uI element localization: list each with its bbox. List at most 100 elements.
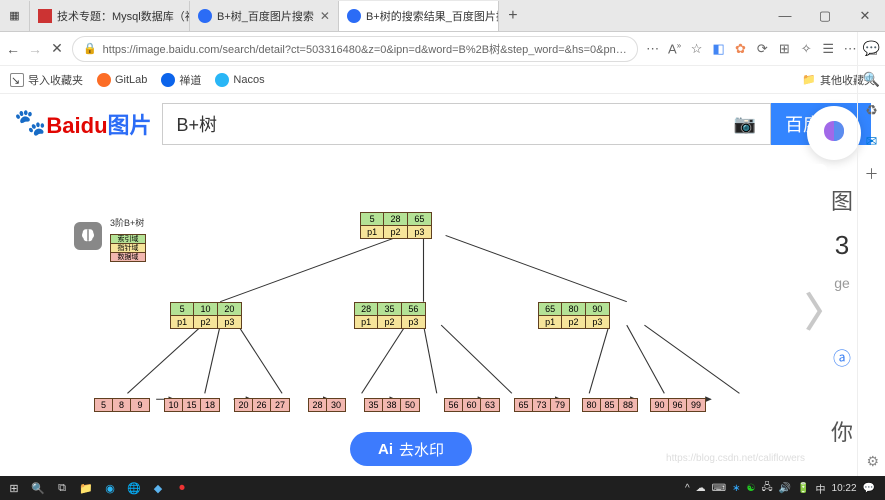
camera-icon[interactable]: 📷 (734, 114, 756, 135)
search-query: B+树 (177, 111, 218, 137)
peek-text: 你 (831, 415, 853, 447)
tree-root-node: 52865 p1p2p3 (360, 212, 432, 239)
tray-wechat-icon[interactable]: ☯ (746, 483, 755, 494)
tab-label: B+树_百度图片搜索 (217, 8, 314, 24)
record-icon[interactable]: ⏺ (172, 478, 192, 498)
window-titlebar: ▦ 技术专题：Mysql数据库（视图… ✕ B+树_百度图片搜索 ✕ B+树的搜… (0, 0, 885, 32)
chrome-icon[interactable]: 🌐 (124, 478, 144, 498)
notif-icon[interactable]: 💬 (863, 483, 875, 494)
sidebar-search-icon[interactable]: 🔍 (863, 71, 880, 88)
bm-label: GitLab (115, 74, 147, 86)
app-icon[interactable]: ◧ (712, 41, 726, 57)
browser-tab-3[interactable]: B+树的搜索结果_百度图片搜索 ✕ (339, 1, 499, 31)
explorer-icon[interactable]: 📁 (76, 478, 96, 498)
sidebar-mail-icon[interactable]: ✉ (866, 133, 878, 150)
bm-label: Nacos (233, 74, 264, 86)
tree-mid-node: 283556p1p2p3 (354, 302, 426, 329)
search-input[interactable]: B+树 📷 (162, 103, 771, 145)
baidu-icon (347, 9, 361, 23)
tree-leaf-node: 353850 (364, 398, 420, 412)
baidu-logo[interactable]: 🐾 Baidu图片 (14, 108, 152, 140)
tree-leaf-node: 657379 (514, 398, 570, 412)
maximize-button[interactable]: ▢ (805, 0, 845, 32)
tree-leaf-node: 566063 (444, 398, 500, 412)
collections-icon[interactable]: ⊞ (777, 41, 791, 57)
edge-sidebar: 💬 🔍 ♻ ✉ ＋ (857, 32, 885, 476)
search-button[interactable]: 🔍 (28, 478, 48, 498)
address-bar: ← → ✕ 🔒 https://image.baidu.com/search/d… (0, 32, 885, 66)
tree-mid-node: 51020p1p2p3 (170, 302, 242, 329)
tree-leaf-node: 101518 (164, 398, 220, 412)
browser-tab-2[interactable]: B+树_百度图片搜索 ✕ (190, 1, 339, 31)
tray-bt-icon[interactable]: ∗ (732, 483, 740, 494)
lock-icon: 🔒 (83, 42, 97, 55)
menu-icon[interactable]: ⋯ (843, 41, 857, 57)
peek-ai-icon[interactable]: ⓐ (833, 345, 851, 371)
close-icon[interactable]: ✕ (320, 9, 330, 23)
taskview-button[interactable]: ⧉ (52, 478, 72, 498)
back-button[interactable]: ← (6, 41, 20, 57)
windows-taskbar: ⊞ 🔍 ⧉ 📁 ◉ 🌐 ◆ ⏺ ^ ☁ ⌨ ∗ ☯ 🖧 🔊 🔋 中 10:22 … (0, 476, 885, 500)
pdf-icon (38, 9, 52, 23)
image-source-text: https://blog.csdn.net/califlowers (666, 453, 805, 464)
url-text: https://image.baidu.com/search/detail?ct… (103, 41, 627, 57)
sidebar-brain-icon[interactable]: ♻ (865, 102, 878, 119)
minimize-button[interactable]: — (765, 0, 805, 32)
remove-watermark-button[interactable]: Ai 去水印 (350, 432, 472, 466)
tray-net-icon[interactable]: 🖧 (761, 480, 772, 497)
reader-icon[interactable]: A» (668, 41, 682, 56)
extension-icon[interactable]: ✿ (733, 41, 747, 57)
sidebar-chat-icon[interactable]: 💬 (863, 40, 880, 57)
watermark-label: 去水印 (399, 439, 444, 460)
sidebar-plus-icon[interactable]: ＋ (865, 164, 879, 184)
browser-tab-1[interactable]: 技术专题：Mysql数据库（视图… ✕ (30, 1, 190, 31)
new-tab-button[interactable]: + (499, 7, 527, 25)
tree-leaf-node: 909699 (650, 398, 706, 412)
tray-batt-icon[interactable]: 🔋 (797, 483, 809, 494)
logo-du: 图片 (108, 113, 152, 138)
tab-label: B+树的搜索结果_百度图片搜索 (366, 8, 499, 24)
tree-leaf-node: 589 (94, 398, 150, 412)
url-input[interactable]: 🔒 https://image.baidu.com/search/detail?… (72, 36, 638, 62)
tray-up-icon[interactable]: ^ (685, 483, 690, 494)
app-icon[interactable]: ◆ (148, 478, 168, 498)
bookmark-zentao[interactable]: 禅道 (161, 72, 201, 88)
stop-button[interactable]: ✕ (50, 40, 64, 57)
tray-lang-icon[interactable]: 中 (816, 481, 826, 496)
next-image-button[interactable]: 〉 (805, 280, 845, 338)
image-canvas: 3阶B+树 索引域 指针域 数据域 52865 (20, 164, 827, 466)
profile-icon[interactable]: ☰ (821, 41, 835, 57)
close-window-button[interactable]: ✕ (845, 0, 885, 32)
bookmark-nacos[interactable]: Nacos (215, 73, 264, 87)
bookmarks-bar: ↘导入收藏夹 GitLab 禅道 Nacos 📁其他收藏夹 (0, 66, 885, 94)
baidu-search-bar: 🐾 Baidu图片 B+树 📷 百度一下 (0, 94, 885, 154)
extensions-icon[interactable]: ✧ (799, 41, 813, 57)
bm-label: 禅道 (179, 72, 201, 88)
more-icon[interactable]: ⋯ (646, 41, 660, 57)
settings-gear-icon[interactable]: ⚙ (866, 453, 879, 470)
bookmark-gitlab[interactable]: GitLab (97, 73, 147, 87)
start-button[interactable]: ⊞ (4, 478, 24, 498)
bplus-tree-diagram: 52865 p1p2p3 51020p1p2p3 283556p1p2p3 6580… (70, 212, 777, 446)
refresh-icon[interactable]: ⟳ (755, 41, 769, 57)
peek-text: 图 (831, 184, 853, 216)
ruler-icon[interactable]: ▦ (0, 1, 30, 31)
favorite-icon[interactable]: ☆ (690, 41, 704, 57)
tray-input-icon[interactable]: ⌨ (712, 483, 726, 494)
tab-label: 技术专题：Mysql数据库（视图… (57, 8, 190, 24)
baidu-icon (198, 9, 212, 23)
import-bookmarks[interactable]: ↘导入收藏夹 (10, 72, 83, 88)
tray-vol-icon[interactable]: 🔊 (779, 483, 791, 494)
tree-mid-node: 658090p1p2p3 (538, 302, 610, 329)
ai-assistant-badge[interactable] (807, 106, 861, 160)
paw-icon: 🐾 (14, 107, 46, 138)
ai-icon: Ai (378, 441, 393, 458)
content-area: 3阶B+树 索引域 指针域 数据域 52865 (0, 154, 857, 476)
tray-cloud-icon[interactable]: ☁ (696, 483, 706, 494)
forward-button[interactable]: → (28, 41, 42, 57)
edge-icon[interactable]: ◉ (100, 478, 120, 498)
system-tray: ^ ☁ ⌨ ∗ ☯ 🖧 🔊 🔋 中 10:22 💬 (685, 480, 881, 497)
logo-bai: Bai (46, 113, 80, 138)
clock-time[interactable]: 10:22 (832, 483, 857, 494)
tree-leaf-node: 2830 (308, 398, 346, 412)
